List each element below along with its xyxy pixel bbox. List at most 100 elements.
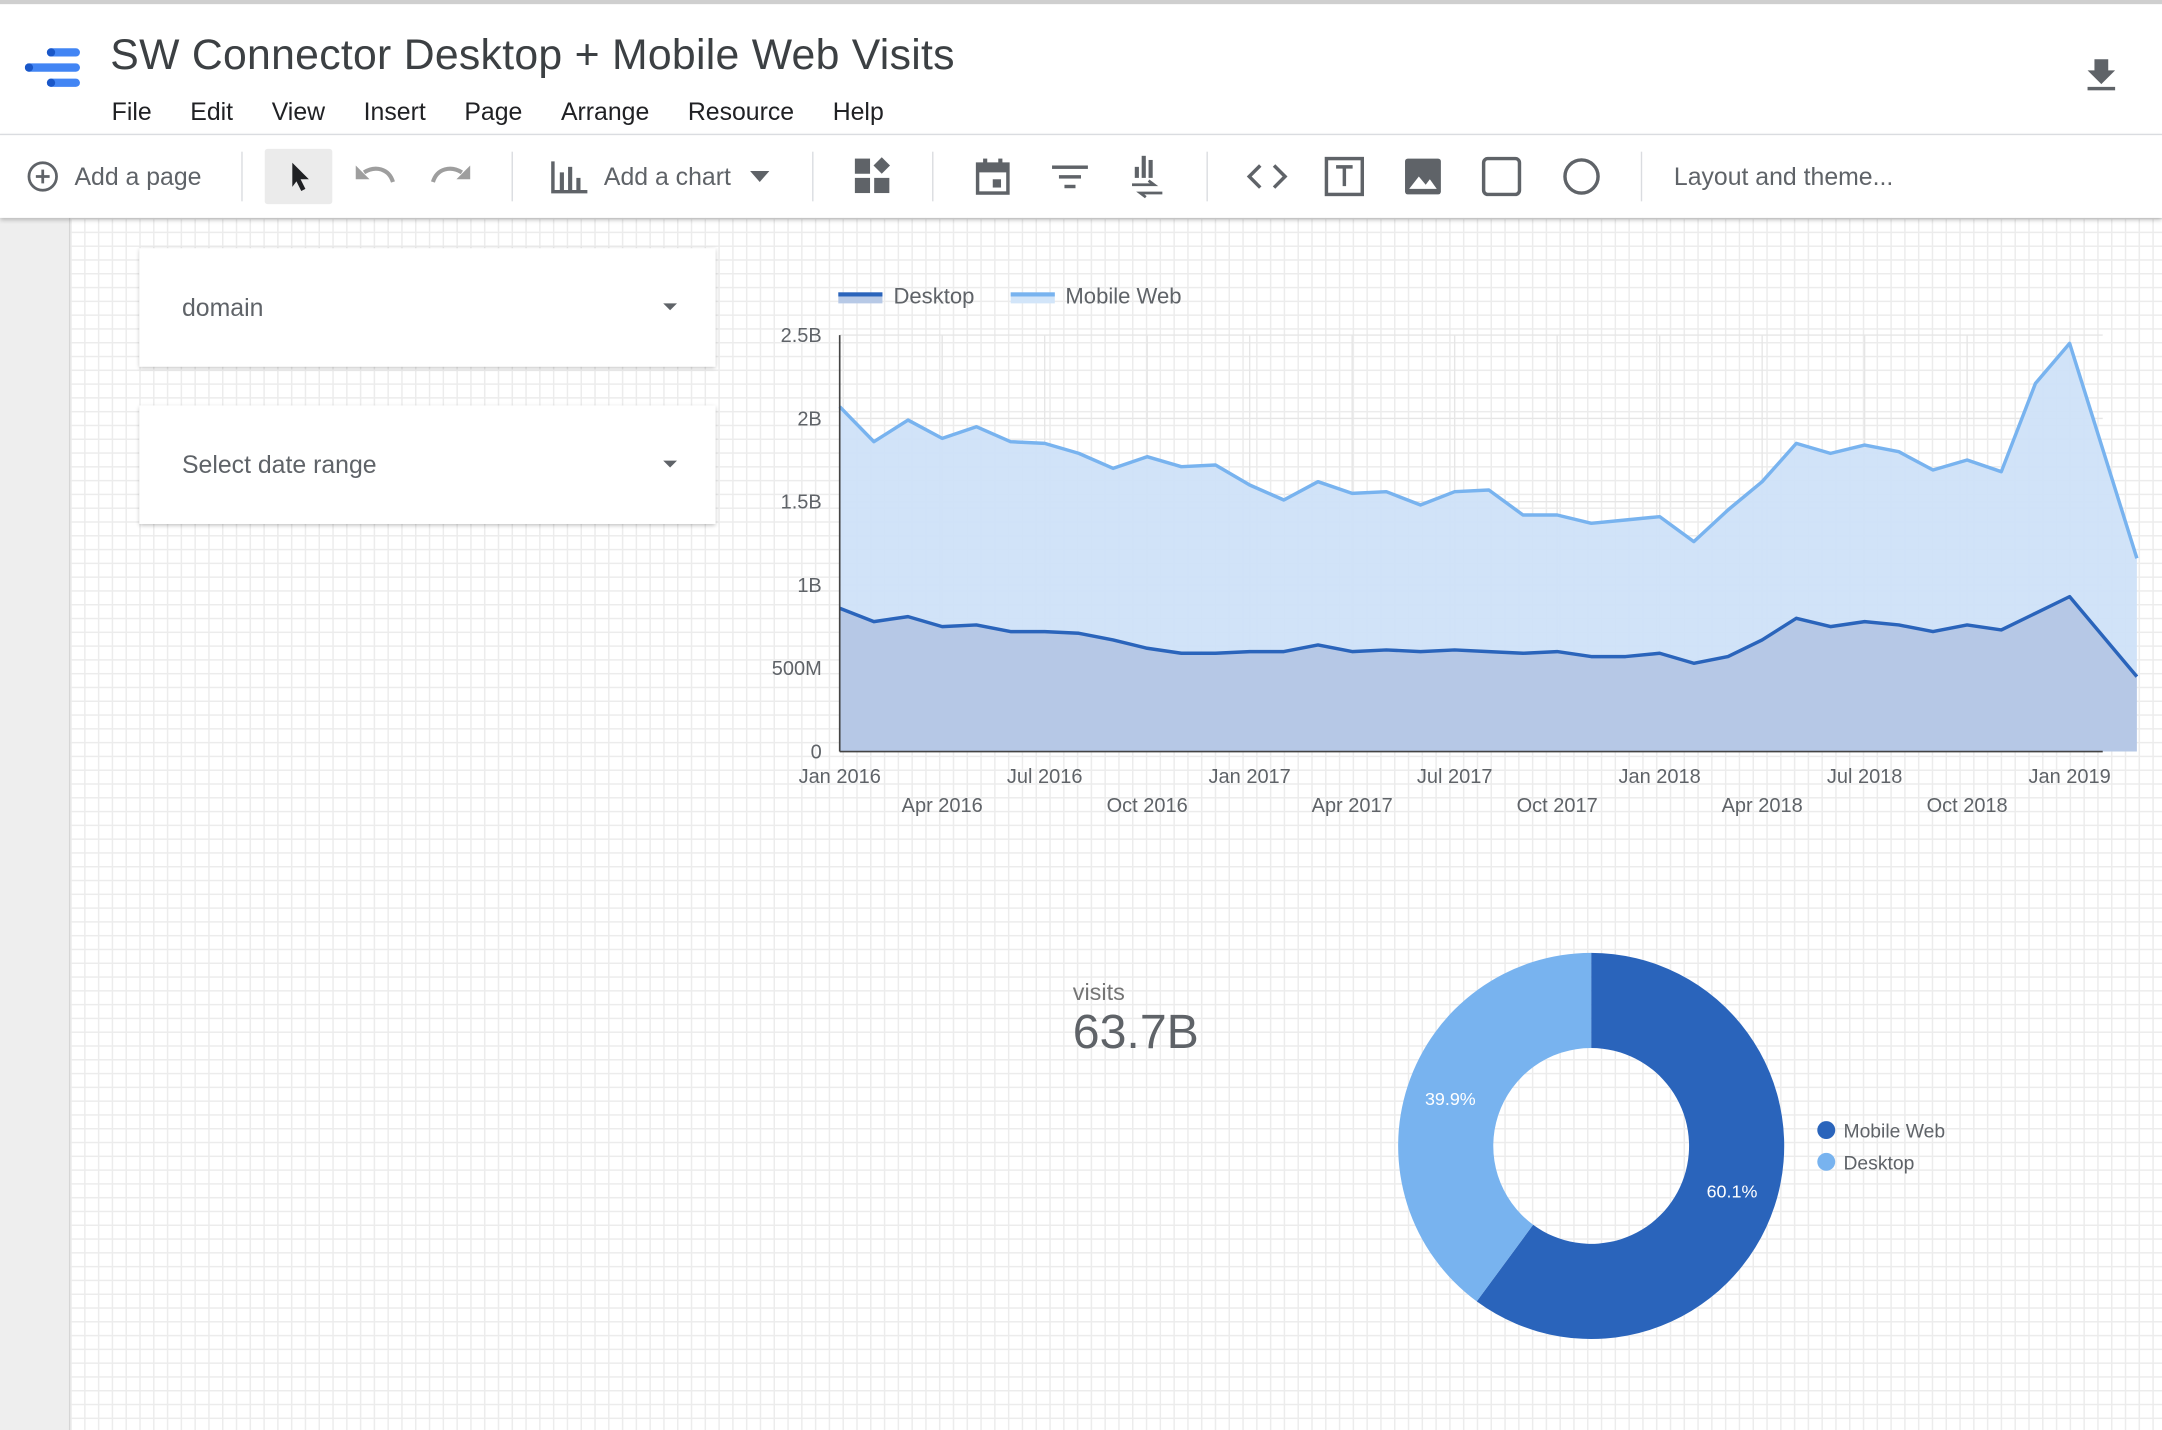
x-axis-tick-label: Jul 2018 xyxy=(1827,766,1903,788)
menu-insert[interactable]: Insert xyxy=(344,95,445,128)
toolbar-divider xyxy=(241,151,243,202)
toolbar-divider xyxy=(1206,151,1208,202)
layout-and-theme-button[interactable]: Layout and theme... xyxy=(1674,149,1915,204)
embed-url-button[interactable] xyxy=(1240,149,1295,204)
add-page-label: Add a page xyxy=(74,162,202,190)
mobile-web-area[interactable] xyxy=(839,343,2137,677)
menu-arrange[interactable]: Arrange xyxy=(542,95,669,128)
report-editor: SW Connector Desktop + Mobile Web Visits… xyxy=(0,0,2162,1430)
legend-label-desktop: Desktop xyxy=(893,285,975,309)
x-axis-tick-label: Jan 2016 xyxy=(799,766,881,788)
toolbar-divider xyxy=(932,151,934,202)
dropdown-arrow-icon xyxy=(750,170,770,183)
circle-icon xyxy=(1559,154,1603,198)
donut-legend: Mobile Web Desktop xyxy=(1817,1114,1945,1177)
data-studio-logo-icon[interactable] xyxy=(24,46,83,104)
scorecard-value[interactable]: 63.7B xyxy=(1073,1005,1199,1060)
add-chart-label: Add a chart xyxy=(603,162,731,190)
donut-legend-item-mobile-web[interactable]: Mobile Web xyxy=(1817,1114,1945,1146)
menu-bar: File Edit View Insert Page Arrange Resou… xyxy=(92,95,903,128)
rectangle-icon xyxy=(1479,154,1523,198)
donut-legend-label: Mobile Web xyxy=(1843,1119,1946,1142)
layout-theme-label: Layout and theme... xyxy=(1673,162,1894,190)
legend-swatch-mobile-web xyxy=(1010,292,1055,304)
filter-control-button[interactable] xyxy=(1042,149,1097,204)
app-header: SW Connector Desktop + Mobile Web Visits… xyxy=(0,0,2162,134)
x-axis-tick-label: Oct 2017 xyxy=(1517,795,1598,817)
community-viz-icon xyxy=(852,156,893,197)
add-chart-button[interactable]: Add a chart xyxy=(549,149,783,204)
redo-button[interactable] xyxy=(425,149,480,204)
donut-legend-item-desktop[interactable]: Desktop xyxy=(1817,1146,1945,1178)
undo-button[interactable] xyxy=(346,149,401,204)
y-axis-tick-label: 1B xyxy=(797,575,821,597)
domain-filter-label: domain xyxy=(182,293,264,322)
pointer-icon xyxy=(283,159,313,195)
x-axis-tick-label: Apr 2017 xyxy=(1312,795,1393,817)
legend-dot-desktop xyxy=(1817,1152,1836,1171)
menu-view[interactable]: View xyxy=(252,95,344,128)
download-icon[interactable] xyxy=(2082,54,2121,93)
toolbar-divider xyxy=(1640,151,1643,202)
date-range-control[interactable]: Select date range xyxy=(139,405,716,525)
image-icon xyxy=(1402,156,1443,197)
image-button[interactable] xyxy=(1395,149,1450,204)
redo-icon xyxy=(429,161,476,191)
community-visualizations-button[interactable] xyxy=(845,149,900,204)
x-axis-tick-label: Jan 2018 xyxy=(1619,766,1701,788)
date-range-control-button[interactable] xyxy=(965,149,1020,204)
visits-time-series-chart[interactable]: 0 500M 1B 1.5B 2B 2.5B Jan 2016 Jul 2016 Jan 201… xyxy=(745,317,2139,841)
domain-filter-control[interactable]: domain xyxy=(139,248,716,367)
x-axis-tick-label: Oct 2018 xyxy=(1927,795,2008,817)
add-circle-icon xyxy=(25,159,61,195)
menu-help[interactable]: Help xyxy=(813,95,903,128)
y-axis-tick-label: 0 xyxy=(811,741,822,763)
x-axis-tick-label: Apr 2016 xyxy=(902,795,983,817)
menu-edit[interactable]: Edit xyxy=(171,95,252,128)
donut-legend-label: Desktop xyxy=(1843,1150,1915,1173)
y-axis-tick-label: 1.5B xyxy=(781,492,822,514)
rectangle-button[interactable] xyxy=(1474,149,1529,204)
area-chart-legend: Desktop Mobile Web xyxy=(838,283,1217,313)
legend-dot-mobile-web xyxy=(1817,1121,1836,1140)
filter-control-icon xyxy=(1051,161,1090,191)
bar-chart-icon xyxy=(549,159,590,195)
legend-label-mobile-web: Mobile Web xyxy=(1065,285,1182,309)
date-range-label: Select date range xyxy=(182,450,377,479)
embed-code-icon xyxy=(1245,161,1289,191)
text-box-icon xyxy=(1322,154,1366,198)
x-axis-tick-label: Apr 2018 xyxy=(1722,795,1803,817)
menu-file[interactable]: File xyxy=(92,95,171,128)
x-axis-tick-label: Jul 2017 xyxy=(1417,766,1493,788)
x-axis-tick-label: Jan 2017 xyxy=(1209,766,1291,788)
chevron-down-icon[interactable] xyxy=(663,303,678,311)
undo-icon xyxy=(350,161,397,191)
select-tool-button[interactable] xyxy=(264,148,333,205)
x-axis-tick-label: Oct 2016 xyxy=(1107,795,1188,817)
text-button[interactable] xyxy=(1317,149,1372,204)
menu-resource[interactable]: Resource xyxy=(669,95,814,128)
y-axis-tick-label: 2.5B xyxy=(781,325,822,347)
device-share-donut-chart[interactable]: 60.1% 39.9% xyxy=(1379,938,1806,1352)
legend-item-mobile-web[interactable]: Mobile Web xyxy=(1010,285,1182,310)
x-axis-tick-label: Jan 2019 xyxy=(2029,766,2111,788)
menu-page[interactable]: Page xyxy=(445,95,542,128)
toolbar-divider xyxy=(511,151,513,202)
toolbar: Add a page Add a chart Layout and theme.… xyxy=(0,133,2162,218)
add-page-button[interactable]: Add a page xyxy=(25,149,211,204)
y-axis-tick-label: 2B xyxy=(797,408,821,430)
report-title[interactable]: SW Connector Desktop + Mobile Web Visits xyxy=(110,30,955,80)
data-control-button[interactable] xyxy=(1120,149,1175,204)
donut-slice-label: 39.9% xyxy=(1425,1089,1476,1109)
scorecard-label: visits xyxy=(1072,979,1125,1006)
toolbar-divider xyxy=(812,151,814,202)
x-axis-tick-label: Jul 2016 xyxy=(1007,766,1083,788)
chevron-down-icon[interactable] xyxy=(663,460,678,468)
circle-button[interactable] xyxy=(1554,149,1609,204)
legend-swatch-desktop xyxy=(838,292,883,304)
legend-item-desktop[interactable]: Desktop xyxy=(838,285,974,310)
data-control-icon xyxy=(1129,154,1165,199)
y-axis-tick-label: 500M xyxy=(772,658,822,680)
date-range-icon xyxy=(973,156,1012,197)
donut-slice-label: 60.1% xyxy=(1707,1182,1758,1202)
